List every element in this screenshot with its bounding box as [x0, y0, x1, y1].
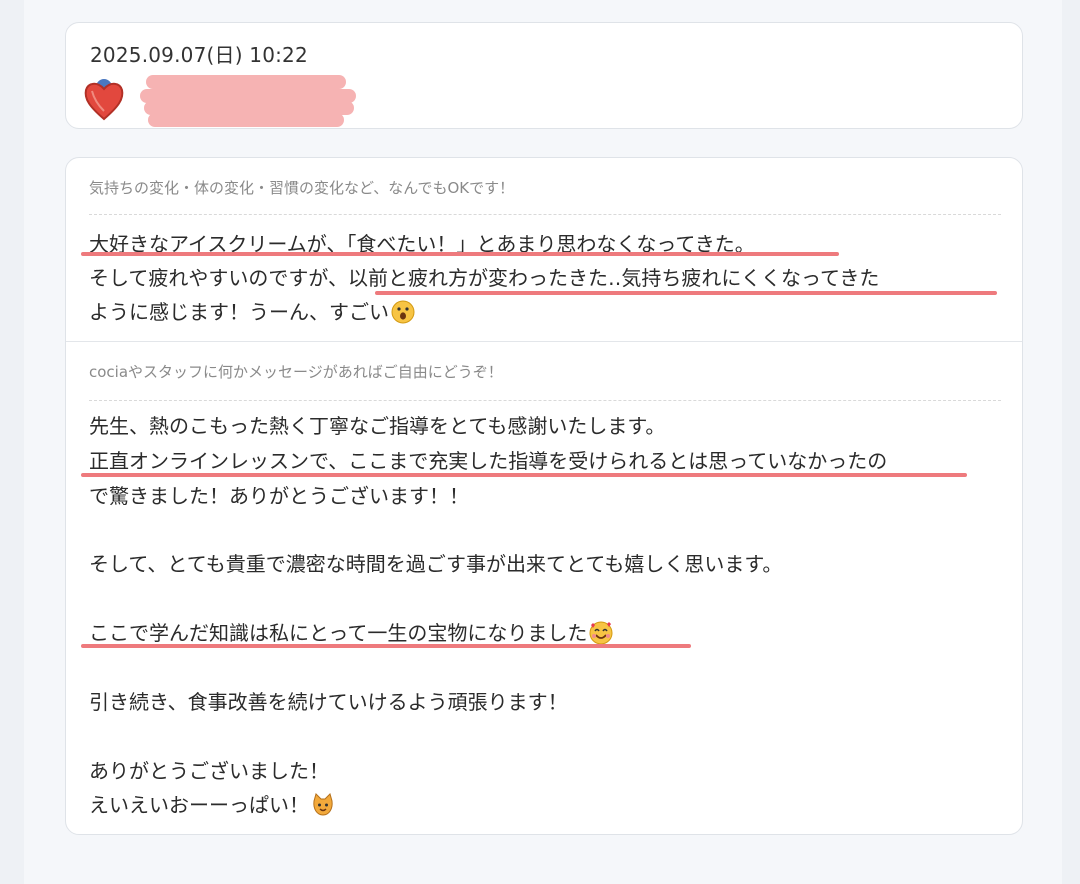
text-line: 正直オンラインレッスンで、ここまで充実した指導を受けられるとは思っていなかったの — [89, 449, 888, 473]
post-body-card: 気持ちの変化・体の変化・習慣の変化など、なんでもOKです！ 大好きなアイスクリー… — [65, 157, 1023, 835]
section-label-message: cociaやスタッフに何かメッセージがあればご自由にどうぞ！ — [89, 363, 503, 381]
highlight-underline — [81, 644, 691, 648]
smiling-face-with-hearts-icon — [589, 621, 613, 645]
text-line: で驚きました！ありがとうございます！！ — [89, 484, 469, 508]
highlight-underline — [81, 473, 967, 477]
redacted-username — [140, 75, 356, 127]
highlight-underline — [375, 291, 997, 295]
text-line: そして疲れやすいのですが、以前と疲れ方が変わったきた‥気持ち疲れにくくなってきた — [89, 266, 880, 290]
text-fragment: ように感じます！うーん、すごい — [89, 300, 389, 324]
surprised-face-icon — [391, 300, 415, 324]
section-divider — [66, 341, 1022, 342]
heart-avatar-icon — [82, 77, 126, 121]
section-label-changes: 気持ちの変化・体の変化・習慣の変化など、なんでもOKです！ — [89, 179, 515, 197]
text-line-with-emoji: ように感じます！うーん、すごい — [89, 296, 415, 325]
text-line-with-emoji: えいえいおーーっぱい！ — [89, 789, 335, 818]
dashed-divider — [89, 400, 1001, 401]
dashed-divider — [89, 214, 1001, 215]
highlight-underline — [81, 252, 839, 256]
text-line: 引き続き、食事改善を続けていけるよう頑張ります！ — [89, 690, 568, 714]
text-fragment: えいえいおーーっぱい！ — [89, 793, 309, 817]
post-header-card: 2025.09.07(日) 10:22 — [65, 22, 1023, 129]
post-timestamp: 2025.09.07(日) 10:22 — [90, 43, 308, 67]
text-line: ありがとうございました！ — [89, 759, 329, 783]
text-line: そして、とても貴重で濃密な時間を過ごす事が出来てとても嬉しく思います。 — [89, 552, 783, 576]
text-line-with-emoji: ここで学んだ知識は私にとって一生の宝物になりました — [89, 617, 613, 646]
text-line: 先生、熱のこもった熱く丁寧なご指導をとても感謝いたします。 — [89, 414, 666, 438]
text-fragment: ここで学んだ知識は私にとって一生の宝物になりました — [89, 621, 588, 645]
cat-face-icon — [311, 793, 335, 817]
